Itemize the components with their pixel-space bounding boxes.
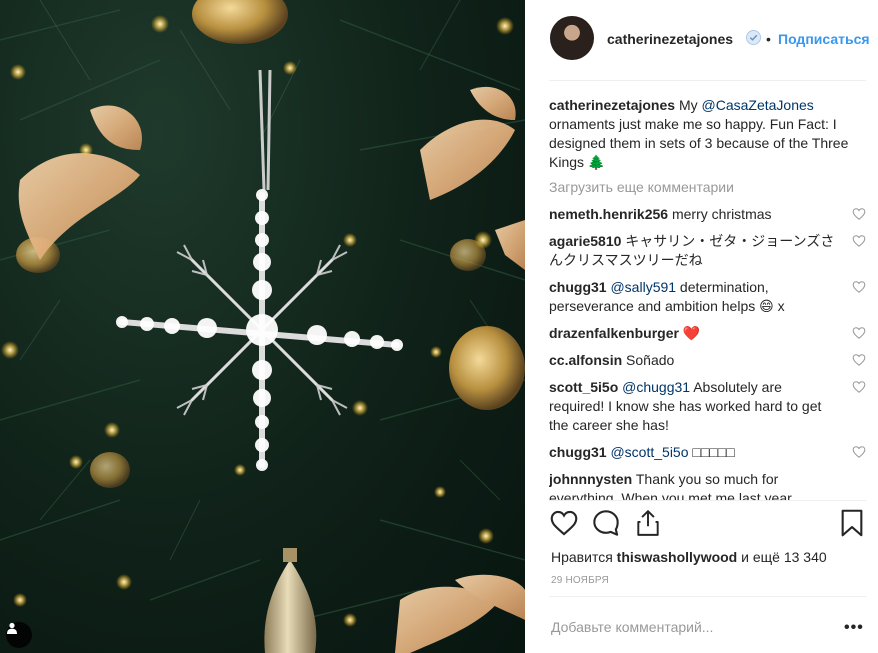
footer-divider	[549, 596, 866, 597]
snowflake-ornament	[116, 189, 403, 471]
heart-icon[interactable]	[852, 445, 866, 459]
add-comment-input[interactable]: Добавьте комментарий...	[551, 619, 713, 635]
instagram-post: catherinezetajones • Подписаться catheri…	[0, 0, 878, 653]
comment-text: Soñado	[626, 352, 675, 368]
comment-mention[interactable]: @chugg31	[622, 379, 690, 395]
likes-prefix: Нравится	[551, 549, 617, 565]
header-username[interactable]: catherinezetajones	[607, 31, 733, 47]
share-button[interactable]	[633, 508, 663, 538]
comment-row: agarie5810 キャサリン・ゼタ・ジョーンズさんクリスマスツリーだね	[549, 232, 866, 270]
header-divider	[549, 80, 866, 81]
comment-row: drazenfalkenburger ❤️	[549, 324, 866, 343]
comment-row: johnnnysten Thank you so much for everyt…	[549, 470, 866, 500]
comment-username[interactable]: scott_5i5o	[549, 379, 618, 395]
post-date[interactable]: 29 НОЯБРЯ	[551, 575, 609, 586]
comments-list[interactable]: catherinezetajones My @CasaZetaJones orn…	[549, 96, 866, 500]
comment-row: nemeth.henrik256 merry christmas	[549, 205, 866, 224]
comment-row: chugg31 @scott_5i5o □□□□□	[549, 443, 866, 462]
heart-icon[interactable]	[852, 353, 866, 367]
comment-username[interactable]: nemeth.henrik256	[549, 206, 668, 222]
post-photo[interactable]	[0, 0, 525, 653]
heart-icon[interactable]	[852, 380, 866, 394]
comment-button[interactable]	[591, 508, 621, 538]
heart-icon	[550, 510, 578, 536]
likes-count[interactable]: и ещё 13 340	[737, 549, 827, 565]
comment-icon	[593, 510, 619, 536]
follow-button[interactable]: Подписаться	[778, 31, 870, 47]
comments-divider	[549, 500, 866, 501]
comment-row: chugg31 @sally591 determination, perseve…	[549, 278, 866, 316]
load-more-comments-button[interactable]: Загрузить еще комментарии	[549, 178, 866, 197]
comment-row: cc.alfonsin Soñado	[549, 351, 866, 370]
comment-username[interactable]: agarie5810	[549, 233, 621, 249]
caption-text-prefix: My	[678, 97, 702, 113]
likes-summary[interactable]: Нравится thiswashollywood и ещё 13 340	[551, 549, 827, 565]
comment-text: merry christmas	[671, 206, 772, 222]
comment-text: □□□□□	[688, 444, 735, 460]
separator: •	[766, 31, 771, 47]
caption-text-suffix: ornaments just make me so happy. Fun Fac…	[549, 116, 849, 170]
post-panel: catherinezetajones • Подписаться catheri…	[525, 0, 878, 653]
likes-user[interactable]: thiswashollywood	[617, 549, 738, 565]
comment-row: scott_5i5o @chugg31 Absolutely are requi…	[549, 378, 866, 435]
comment-username[interactable]: cc.alfonsin	[549, 352, 622, 368]
heart-icon[interactable]	[852, 234, 866, 248]
comment-mention[interactable]: @scott_5i5o	[610, 444, 688, 460]
christmas-tree-photo	[0, 0, 525, 653]
comment-username[interactable]: chugg31	[549, 279, 607, 295]
heart-icon[interactable]	[852, 280, 866, 294]
avatar[interactable]	[550, 16, 594, 60]
comment-username[interactable]: johnnnysten	[549, 471, 632, 487]
more-options-button[interactable]: •••	[844, 619, 864, 637]
comment-username[interactable]: chugg31	[549, 444, 607, 460]
heart-icon[interactable]	[852, 326, 866, 340]
post-header: catherinezetajones • Подписаться	[525, 0, 878, 80]
heart-icon[interactable]	[852, 207, 866, 221]
caption-mention[interactable]: @CasaZetaJones	[702, 97, 814, 113]
action-bar	[549, 508, 866, 542]
share-icon	[637, 510, 659, 536]
bookmark-icon	[841, 509, 863, 537]
user-tag-icon[interactable]	[6, 622, 32, 648]
caption-username[interactable]: catherinezetajones	[549, 97, 675, 113]
comment-username[interactable]: drazenfalkenburger	[549, 325, 679, 341]
comment-text: ❤️	[682, 325, 701, 341]
verified-badge-icon	[746, 30, 761, 45]
like-button[interactable]	[549, 508, 579, 538]
comment-mention[interactable]: @sally591	[610, 279, 676, 295]
caption: catherinezetajones My @CasaZetaJones orn…	[549, 96, 866, 172]
save-button[interactable]	[837, 508, 867, 538]
